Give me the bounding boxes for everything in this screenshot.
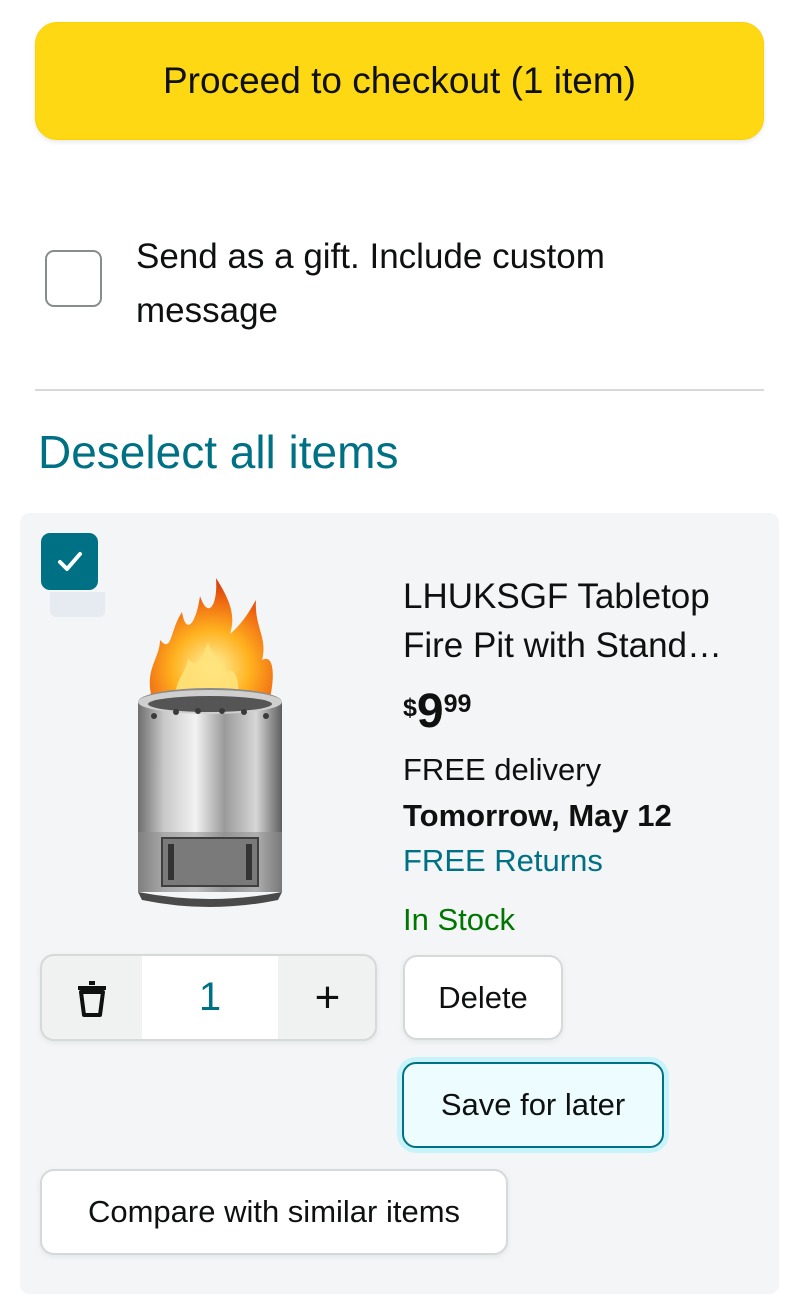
item-select-checkbox[interactable] bbox=[41, 533, 98, 590]
stock-status: In Stock bbox=[403, 902, 515, 937]
product-title-line-2: Fire Pit with Stand… bbox=[403, 626, 722, 665]
quantity-value: 1 bbox=[142, 956, 278, 1039]
proceed-to-checkout-button[interactable]: Proceed to checkout (1 item) bbox=[35, 22, 764, 140]
delete-button[interactable]: Delete bbox=[403, 955, 563, 1040]
save-for-later-button[interactable]: Save for later bbox=[402, 1062, 664, 1148]
free-returns-link[interactable]: FREE Returns bbox=[403, 841, 603, 881]
product-title[interactable]: LHUKSGF Tabletop Fire Pit with Stand… bbox=[403, 572, 763, 670]
checkmark-icon bbox=[57, 551, 82, 571]
price-symbol: $ bbox=[403, 694, 417, 722]
quantity-delete-button[interactable] bbox=[42, 956, 142, 1039]
product-title-line-1: LHUKSGF Tabletop bbox=[403, 577, 710, 616]
delivery-date: Tomorrow, May 12 bbox=[403, 798, 672, 833]
trash-icon bbox=[78, 980, 106, 1017]
compare-similar-items-button[interactable]: Compare with similar items bbox=[40, 1169, 508, 1255]
delivery-text: FREE delivery bbox=[403, 752, 602, 787]
gift-label[interactable]: Send as a gift. Include custom message bbox=[136, 230, 696, 338]
gift-option-row: Send as a gift. Include custom message bbox=[45, 230, 745, 340]
quantity-increase-button[interactable]: + bbox=[278, 956, 375, 1039]
gift-checkbox[interactable] bbox=[45, 250, 102, 307]
price-fraction: 99 bbox=[443, 690, 472, 718]
divider bbox=[35, 389, 764, 391]
deselect-all-link[interactable]: Deselect all items bbox=[38, 425, 398, 479]
price-whole: 9 bbox=[416, 685, 444, 738]
product-price: $ 9 99 bbox=[403, 684, 472, 738]
item-checkbox-shadow bbox=[50, 592, 105, 617]
fire-pit-image[interactable] bbox=[130, 570, 290, 915]
quantity-stepper: 1 + bbox=[40, 954, 377, 1041]
